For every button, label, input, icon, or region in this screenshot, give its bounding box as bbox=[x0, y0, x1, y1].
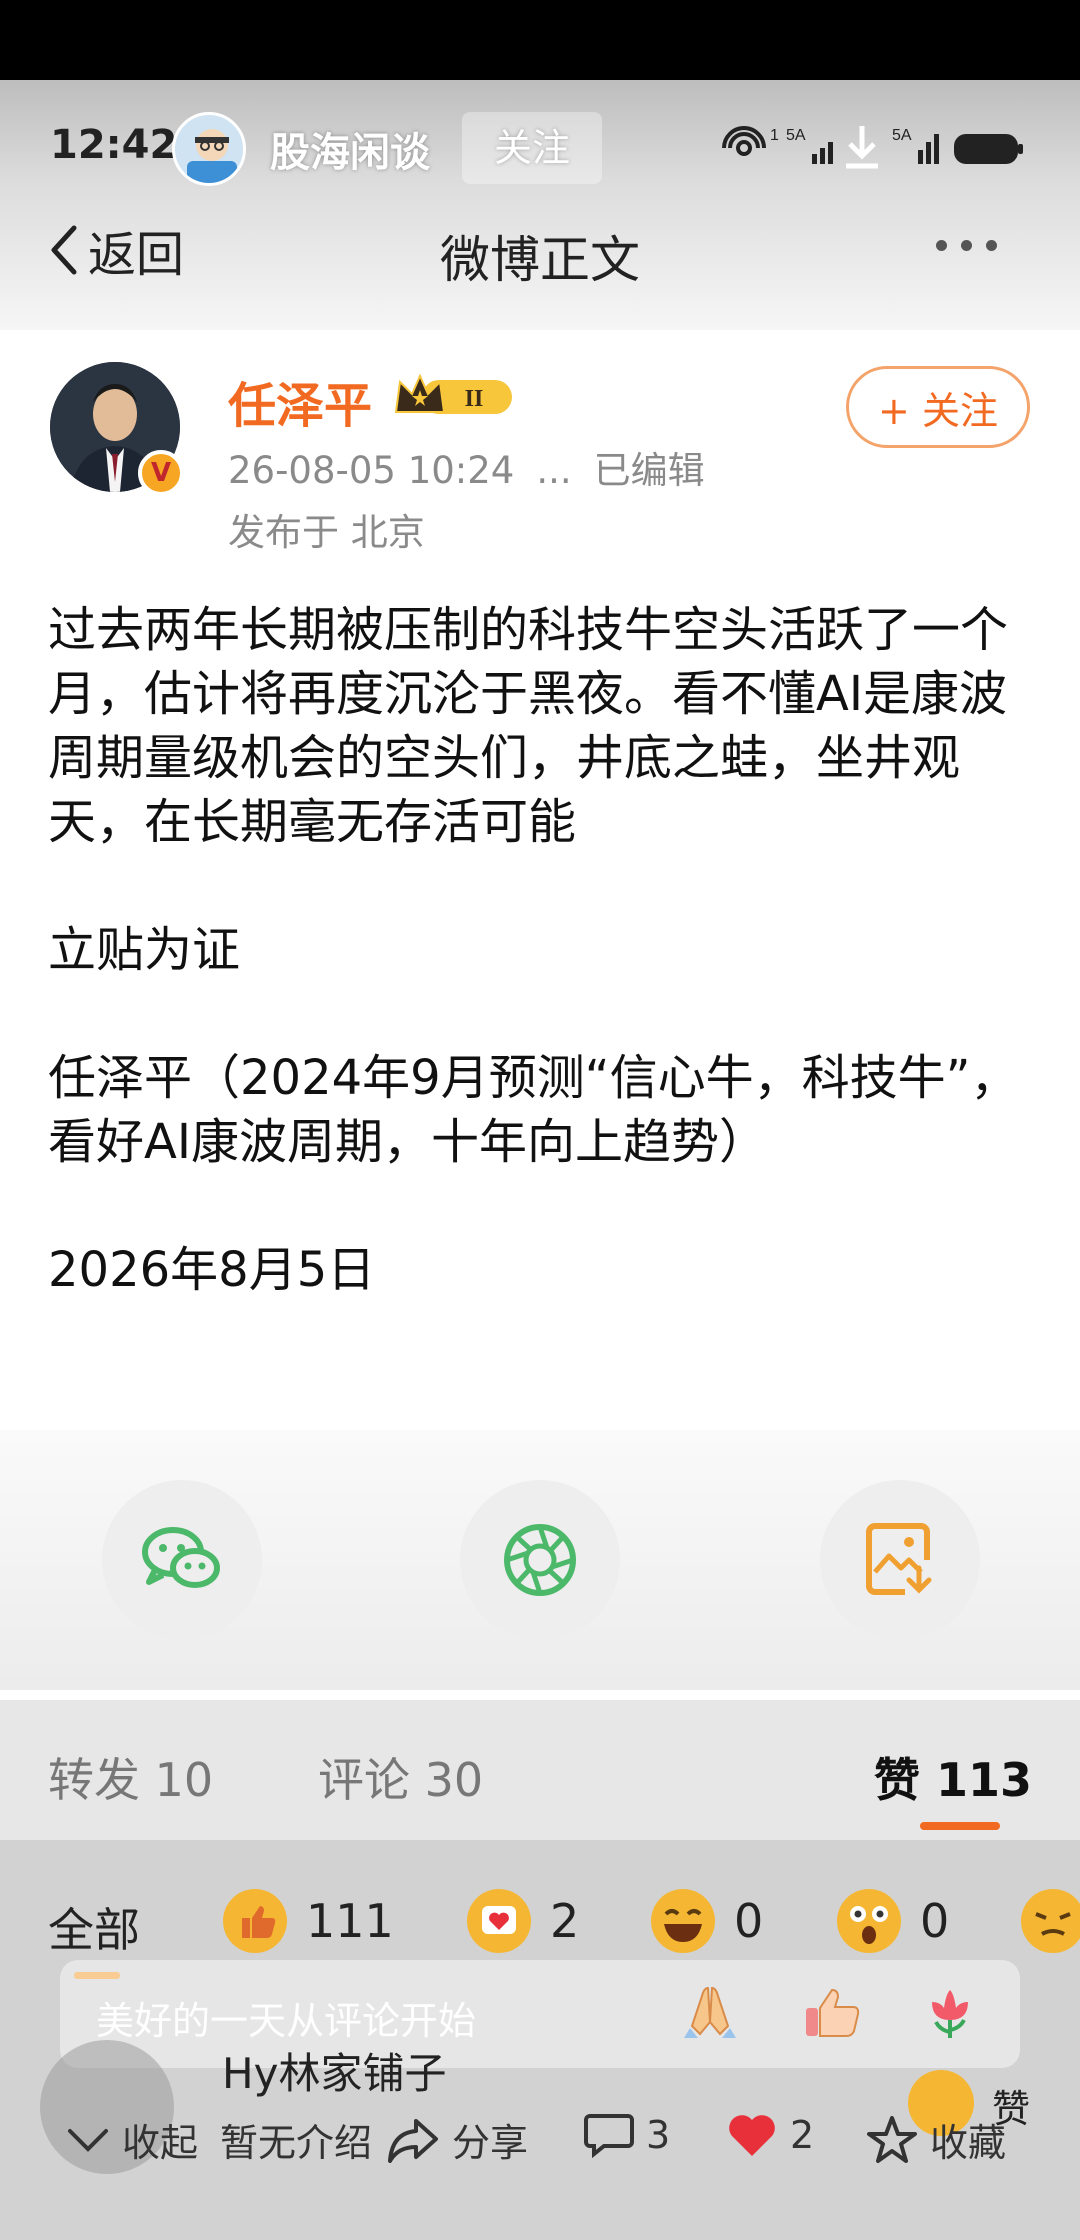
share-button[interactable]: 分享 bbox=[386, 2112, 528, 2167]
collapse-button[interactable]: 收起 bbox=[66, 2112, 198, 2167]
chevron-down-icon bbox=[68, 2128, 108, 2152]
reaction-more-icon[interactable] bbox=[1020, 1888, 1080, 1954]
svg-text:II: II bbox=[465, 386, 484, 412]
active-tab-indicator bbox=[920, 1822, 1000, 1830]
reaction-surprised[interactable]: 0 bbox=[836, 1888, 949, 1954]
like-tab-count: 113 bbox=[936, 1753, 1033, 1807]
meta-ellipsis: ... bbox=[536, 449, 572, 492]
overlay-account-name[interactable]: 股海闲谈 bbox=[270, 120, 430, 178]
signal-icon bbox=[812, 142, 833, 164]
status-time: 12:42 bbox=[50, 122, 178, 168]
svg-text:1: 1 bbox=[770, 127, 779, 144]
surprised-icon bbox=[837, 1889, 901, 1953]
author-name[interactable]: 任泽平 bbox=[228, 366, 372, 436]
intro-label: 暂无介绍 bbox=[220, 2121, 373, 2165]
follow-button[interactable]: + 关注 bbox=[846, 366, 1030, 448]
save-image-icon bbox=[866, 1523, 932, 1595]
page-title: 微博正文 bbox=[440, 231, 640, 289]
heart-icon bbox=[729, 2115, 775, 2156]
verified-v-badge-icon: V bbox=[138, 450, 184, 496]
battery-icon bbox=[954, 134, 1023, 164]
pray-emoji[interactable] bbox=[678, 1980, 742, 2044]
comment-placeholder: 美好的一天从评论开始 bbox=[96, 1999, 477, 2043]
signal-icon-2 bbox=[918, 134, 939, 164]
post-meta: 26-08-05 10:24... 已编辑 bbox=[228, 440, 705, 494]
reaction-laugh[interactable]: 0 bbox=[650, 1888, 763, 1954]
reaction-count: 0 bbox=[920, 1894, 950, 1948]
reaction-count: 111 bbox=[306, 1894, 394, 1948]
thumbs-up-icon bbox=[223, 1889, 287, 1953]
svg-text:5A: 5A bbox=[786, 127, 806, 144]
share-wechat-button[interactable] bbox=[102, 1480, 262, 1640]
moments-icon bbox=[504, 1524, 576, 1596]
star-icon bbox=[867, 2115, 917, 2163]
tab-comment[interactable]: 评论 30 bbox=[318, 1744, 483, 1810]
edited-label[interactable]: 已编辑 bbox=[594, 449, 705, 492]
heart-face-icon bbox=[467, 1889, 531, 1953]
comment-bubble-icon bbox=[584, 2114, 634, 2158]
comment-count: 3 bbox=[646, 2113, 671, 2157]
intro-text: 暂无介绍 bbox=[220, 2112, 372, 2167]
reaction-thumbs-up[interactable]: 111 bbox=[222, 1888, 394, 1954]
reaction-count: 0 bbox=[734, 1894, 764, 1948]
more-menu-icon[interactable] bbox=[936, 240, 997, 251]
hotspot-icon bbox=[722, 126, 766, 156]
download-icon bbox=[846, 126, 878, 169]
share-moments-button[interactable] bbox=[460, 1480, 620, 1640]
save-image-button[interactable] bbox=[820, 1480, 980, 1640]
share-label: 分享 bbox=[452, 2121, 529, 2165]
post-body-text: 过去两年长期被压制的科技牛空头活跃了一个月，估计将再度沉沦于黑夜。看不懂AI是康… bbox=[48, 602, 1019, 1298]
favorite-button[interactable]: 收藏 bbox=[866, 2112, 1006, 2167]
wechat-icon bbox=[142, 1527, 220, 1588]
reaction-heart[interactable]: 2 bbox=[466, 1888, 579, 1954]
comment-button[interactable]: 3 bbox=[584, 2112, 670, 2158]
share-arrow-icon bbox=[388, 2118, 438, 2163]
tab-repost[interactable]: 转发 10 bbox=[48, 1744, 213, 1810]
overlay-account-avatar[interactable] bbox=[172, 112, 246, 186]
overlay-user-name[interactable]: Hy林家铺子 bbox=[222, 2040, 446, 2101]
flower-emoji[interactable] bbox=[918, 1980, 982, 2044]
post-timestamp: 26-08-05 10:24 bbox=[228, 449, 515, 492]
like-count: 2 bbox=[790, 2113, 815, 2157]
tab-like[interactable]: 赞 113 bbox=[874, 1744, 1032, 1810]
system-status-icons: 1 5A 5A bbox=[722, 126, 1023, 169]
post-location: 发布于 北京 bbox=[228, 511, 425, 554]
follow-label: + 关注 bbox=[878, 388, 998, 433]
like-tab-label: 赞 bbox=[874, 1753, 920, 1807]
reaction-filter-all[interactable]: 全部 bbox=[48, 1894, 140, 1960]
top-black-bar bbox=[0, 0, 1080, 80]
svg-text:5A: 5A bbox=[892, 127, 912, 144]
laugh-icon bbox=[651, 1889, 715, 1953]
collapse-label: 收起 bbox=[122, 2121, 199, 2165]
thumbs-up-emoji[interactable] bbox=[800, 1980, 864, 2044]
vip-crown-badge-icon: II bbox=[394, 373, 512, 414]
overlay-follow-button[interactable]: 关注 bbox=[462, 112, 602, 184]
like-button[interactable]: 2 bbox=[726, 2112, 814, 2158]
favorite-label: 收藏 bbox=[930, 2121, 1007, 2165]
reaction-count: 2 bbox=[550, 1894, 580, 1948]
